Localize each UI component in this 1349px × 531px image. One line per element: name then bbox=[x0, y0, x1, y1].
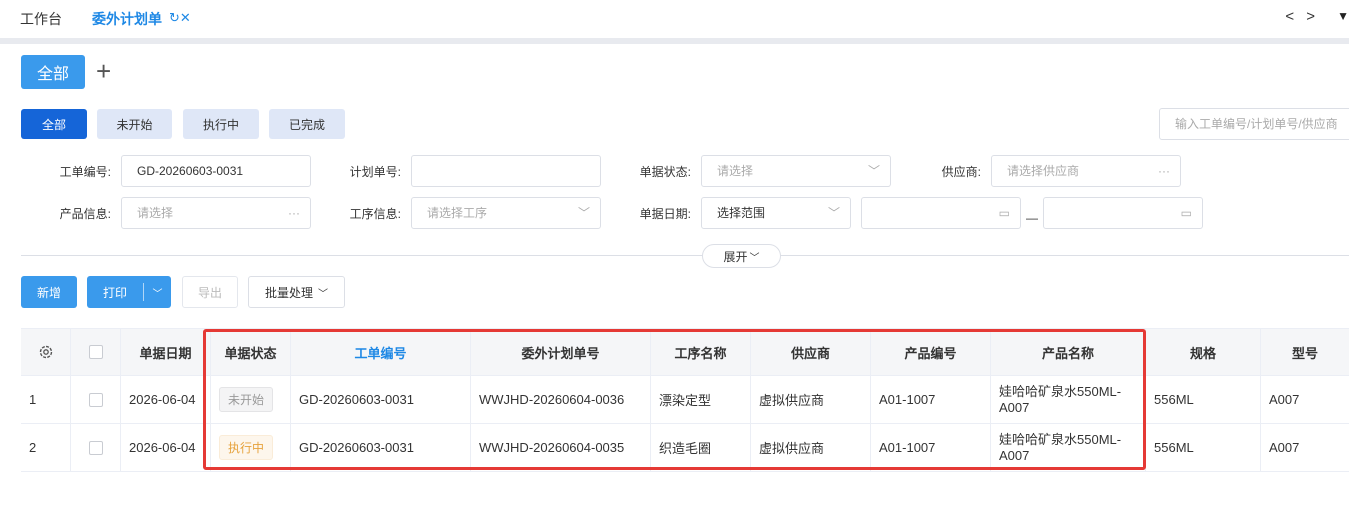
status-tab-not-started[interactable]: 未开始 bbox=[97, 109, 172, 139]
cell-doc-status: 未开始 bbox=[211, 376, 291, 423]
header-spec[interactable]: 规格 bbox=[1146, 329, 1261, 375]
doc-date-range-select[interactable]: 选择范围 ﹀ bbox=[701, 197, 851, 229]
cell-doc-date: 2026-06-04 bbox=[121, 376, 211, 423]
tab-bar: 工作台 委外计划单 ↻✕ < > ▼ bbox=[0, 0, 1349, 38]
header-process-name[interactable]: 工序名称 bbox=[651, 329, 751, 375]
add-button[interactable]: 新增 bbox=[21, 276, 77, 308]
doc-status-select[interactable]: 请选择 ﹀ bbox=[701, 155, 891, 187]
expand-filters-button[interactable]: 展开 ﹀ bbox=[702, 244, 781, 268]
row-index: 1 bbox=[21, 376, 71, 423]
status-tab-completed[interactable]: 已完成 bbox=[269, 109, 345, 139]
caret-down-icon[interactable]: ▼ bbox=[1337, 9, 1349, 23]
cell-supplier: 虚拟供应商 bbox=[751, 376, 871, 423]
filter-divider bbox=[21, 255, 1349, 256]
header-work-order-no[interactable]: 工单编号 bbox=[291, 329, 471, 375]
tab-outsourcing-plan[interactable]: 委外计划单 bbox=[92, 9, 162, 29]
cell-supplier: 虚拟供应商 bbox=[751, 424, 871, 471]
supplier-select[interactable]: 请选择供应商 ··· bbox=[991, 155, 1181, 187]
cell-work-order-no[interactable]: GD-20260603-0031 bbox=[291, 376, 471, 423]
status-badge: 未开始 bbox=[219, 387, 274, 412]
cell-product-no: A01-1007 bbox=[871, 424, 991, 471]
date-start-input[interactable]: ▭ bbox=[861, 197, 1021, 229]
chevron-down-icon[interactable]: ﹀ bbox=[144, 285, 171, 300]
cell-product-name: 娃哈哈矿泉水550ML-A007 bbox=[991, 376, 1146, 423]
cell-spec: 556ML bbox=[1146, 424, 1261, 471]
export-button[interactable]: 导出 bbox=[182, 276, 238, 308]
add-filter-plus-icon[interactable]: + bbox=[96, 58, 111, 84]
cell-model: A007 bbox=[1269, 440, 1300, 455]
column-settings-gear-icon[interactable] bbox=[21, 329, 71, 375]
close-icon[interactable]: ✕ bbox=[180, 10, 191, 25]
chevron-down-icon: ﹀ bbox=[577, 206, 590, 220]
supplier-label: 供应商: bbox=[941, 165, 981, 179]
tab-actions: ↻✕ bbox=[169, 10, 191, 26]
status-badge: 执行中 bbox=[219, 435, 274, 460]
cell-process-name: 织造毛圈 bbox=[651, 424, 751, 471]
cell-process-name: 漂染定型 bbox=[651, 376, 751, 423]
cell-spec: 556ML bbox=[1146, 376, 1261, 423]
date-end-input[interactable]: ▭ bbox=[1043, 197, 1203, 229]
work-order-no-input[interactable]: GD-20260603-0031 bbox=[121, 155, 311, 187]
header-doc-status[interactable]: 单据状态 bbox=[211, 329, 291, 375]
cell-plan-no[interactable]: WWJHD-20260604-0035 bbox=[471, 424, 651, 471]
cell-doc-status: 执行中 bbox=[211, 424, 291, 471]
cell-product-no: A01-1007 bbox=[871, 376, 991, 423]
table-row[interactable]: 1 2026-06-04 未开始 GD-20260603-0031 WWJHD-… bbox=[21, 376, 1349, 424]
cell-model: A007 bbox=[1269, 392, 1300, 407]
work-order-no-label: 工单编号: bbox=[59, 165, 111, 179]
row-checkbox[interactable] bbox=[71, 424, 121, 471]
tab-workbench[interactable]: 工作台 bbox=[20, 9, 62, 29]
table-row[interactable]: 2 2026-06-04 执行中 GD-20260603-0031 WWJHD-… bbox=[21, 424, 1349, 472]
product-info-label: 产品信息: bbox=[59, 207, 111, 221]
chevron-down-icon: ﹀ bbox=[827, 206, 840, 220]
status-tab-all[interactable]: 全部 bbox=[21, 109, 87, 139]
plan-no-label: 计划单号: bbox=[349, 165, 401, 179]
select-all-checkbox[interactable] bbox=[71, 329, 121, 375]
data-table: 单据日期 单据状态 工单编号 委外计划单号 工序名称 供应商 产品编号 产品名称… bbox=[21, 328, 1349, 472]
batch-process-button[interactable]: 批量处理 ﹀ bbox=[248, 276, 345, 308]
keyword-search-input[interactable]: 输入工单编号/计划单号/供应商 bbox=[1159, 108, 1349, 140]
date-range-separator: — bbox=[1026, 211, 1038, 225]
doc-status-label: 单据状态: bbox=[639, 165, 691, 179]
status-tab-in-progress[interactable]: 执行中 bbox=[183, 109, 259, 139]
table-header: 单据日期 单据状态 工单编号 委外计划单号 工序名称 供应商 产品编号 产品名称… bbox=[21, 329, 1349, 376]
row-checkbox[interactable] bbox=[71, 376, 121, 423]
more-dots-icon[interactable]: ··· bbox=[288, 198, 300, 228]
cell-doc-date: 2026-06-04 bbox=[121, 424, 211, 471]
quick-filter-all-button[interactable]: 全部 bbox=[21, 55, 85, 89]
header-supplier[interactable]: 供应商 bbox=[751, 329, 871, 375]
tab-nav-arrows[interactable]: < > bbox=[1285, 8, 1319, 25]
process-info-label: 工序信息: bbox=[349, 207, 401, 221]
doc-date-label: 单据日期: bbox=[639, 207, 691, 221]
refresh-icon[interactable]: ↻ bbox=[169, 10, 180, 25]
process-info-select[interactable]: 请选择工序 ﹀ bbox=[411, 197, 601, 229]
header-product-no[interactable]: 产品编号 bbox=[871, 329, 991, 375]
header-plan-no[interactable]: 委外计划单号 bbox=[471, 329, 651, 375]
header-model[interactable]: 型号 bbox=[1261, 329, 1349, 375]
print-button[interactable]: 打印 ﹀ bbox=[87, 276, 171, 308]
plan-no-input[interactable] bbox=[411, 155, 601, 187]
chevron-down-icon: ﹀ bbox=[749, 252, 760, 264]
header-divider bbox=[0, 38, 1349, 44]
calendar-icon: ▭ bbox=[998, 206, 1010, 220]
product-info-select[interactable]: 请选择 ··· bbox=[121, 197, 311, 229]
cell-product-name: 娃哈哈矿泉水550ML-A007 bbox=[991, 424, 1146, 471]
header-doc-date[interactable]: 单据日期 bbox=[121, 329, 211, 375]
chevron-down-icon: ﹀ bbox=[867, 164, 880, 178]
cell-work-order-no[interactable]: GD-20260603-0031 bbox=[291, 424, 471, 471]
header-product-name[interactable]: 产品名称 bbox=[991, 329, 1146, 375]
chevron-down-icon: ﹀ bbox=[318, 288, 328, 300]
more-dots-icon[interactable]: ··· bbox=[1158, 156, 1170, 186]
row-index: 2 bbox=[21, 424, 71, 471]
calendar-icon: ▭ bbox=[1180, 206, 1192, 220]
cell-plan-no[interactable]: WWJHD-20260604-0036 bbox=[471, 376, 651, 423]
